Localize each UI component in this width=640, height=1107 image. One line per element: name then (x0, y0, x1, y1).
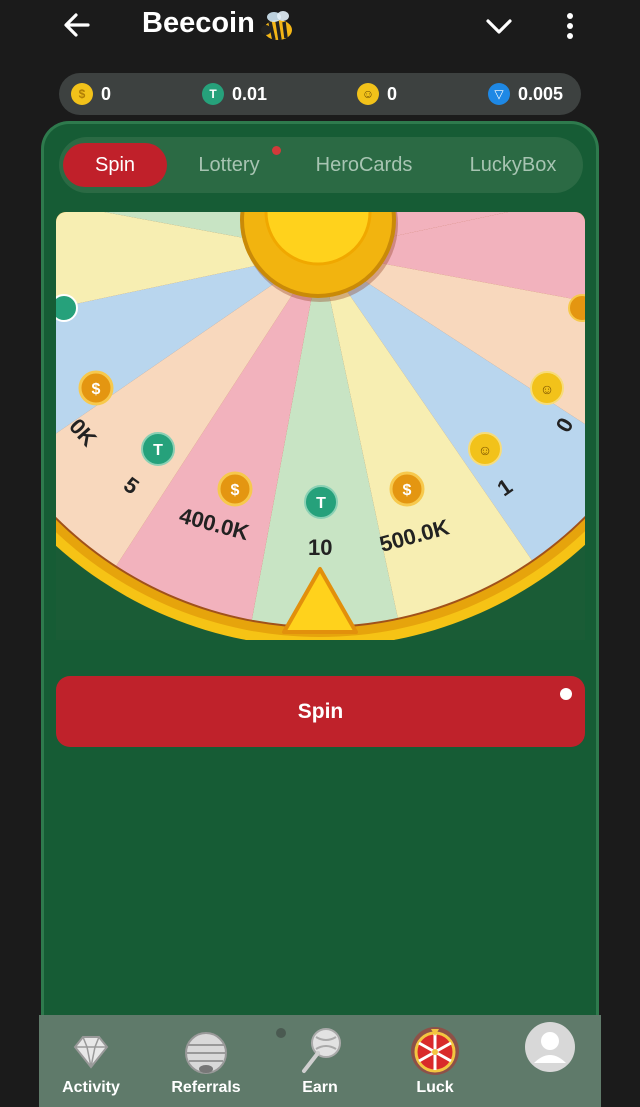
bee-icon (258, 8, 296, 49)
chevron-down-icon[interactable] (483, 12, 515, 45)
balance-value: 0 (387, 83, 398, 104)
balance-bee: ☺ 0 (357, 73, 397, 115)
tab-herocards[interactable]: HeroCards (297, 143, 431, 187)
balance-tether: T 0.01 (202, 73, 267, 115)
svg-text:☺: ☺ (540, 381, 554, 397)
nav-indicator-dot (276, 1028, 286, 1038)
tab-lottery[interactable]: Lottery (177, 143, 281, 187)
nav-label: Referrals (171, 1079, 241, 1096)
svg-text:T: T (153, 442, 163, 459)
app-title: Beecoin (142, 7, 255, 39)
tab-spin[interactable]: Spin (63, 143, 167, 187)
balance-value: 0 (101, 83, 112, 104)
svg-text:$: $ (403, 482, 412, 499)
hive-icon (185, 1032, 227, 1074)
nav-item-activity[interactable]: Activity (49, 1015, 133, 1107)
balance-value: 0.01 (232, 83, 268, 104)
bee-coin-icon: ☺ (357, 83, 379, 105)
ton-diamond-icon: ▽ (488, 83, 510, 105)
balance-dollar: $ 0 (71, 73, 111, 115)
spin-button[interactable]: Spin (56, 676, 585, 747)
segment-label: 10 (308, 535, 332, 560)
back-arrow-icon[interactable] (60, 8, 94, 42)
dollar-coin-icon: $ (71, 83, 93, 105)
tab-luckybox[interactable]: LuckyBox (451, 143, 575, 187)
lollipop-icon (302, 1028, 341, 1073)
svg-text:$: $ (92, 381, 101, 398)
notification-dot (272, 146, 281, 155)
svg-text:☺: ☺ (478, 442, 492, 458)
tether-icon: T (202, 83, 224, 105)
profile-avatar-icon (525, 1022, 575, 1072)
tab-bar: Spin Lottery HeroCards LuckyBox (59, 137, 583, 193)
nav-item-referrals[interactable]: Referrals (163, 1015, 249, 1107)
nav-label: Earn (302, 1079, 338, 1096)
svg-text:$: $ (231, 482, 240, 499)
svg-text:T: T (316, 495, 326, 512)
diamond-icon (73, 1036, 109, 1069)
nav-label: Activity (62, 1079, 120, 1096)
top-bar: Beecoin (0, 0, 640, 54)
balance-bar: $ 0 T 0.01 ☺ 0 ▽ 0.005 (59, 73, 581, 115)
spin-indicator-dot (560, 688, 572, 700)
nav-item-earn[interactable]: Earn (279, 1015, 361, 1107)
balance-value: 0.005 (518, 83, 564, 104)
bottom-nav: Activity Referrals Earn Luck (39, 1015, 601, 1107)
nav-item-profile[interactable] (519, 1015, 581, 1107)
nav-label: Luck (416, 1079, 454, 1096)
prize-wheel: 0K 5 400.0K 10 500.0K 1 0 $ T $ T $ ☺ ☺ (56, 212, 585, 640)
fortune-wheel-icon (411, 1027, 459, 1075)
balance-ton: ▽ 0.005 (488, 73, 563, 115)
more-menu-icon[interactable] (560, 12, 580, 47)
nav-item-luck[interactable]: Luck (395, 1015, 475, 1107)
